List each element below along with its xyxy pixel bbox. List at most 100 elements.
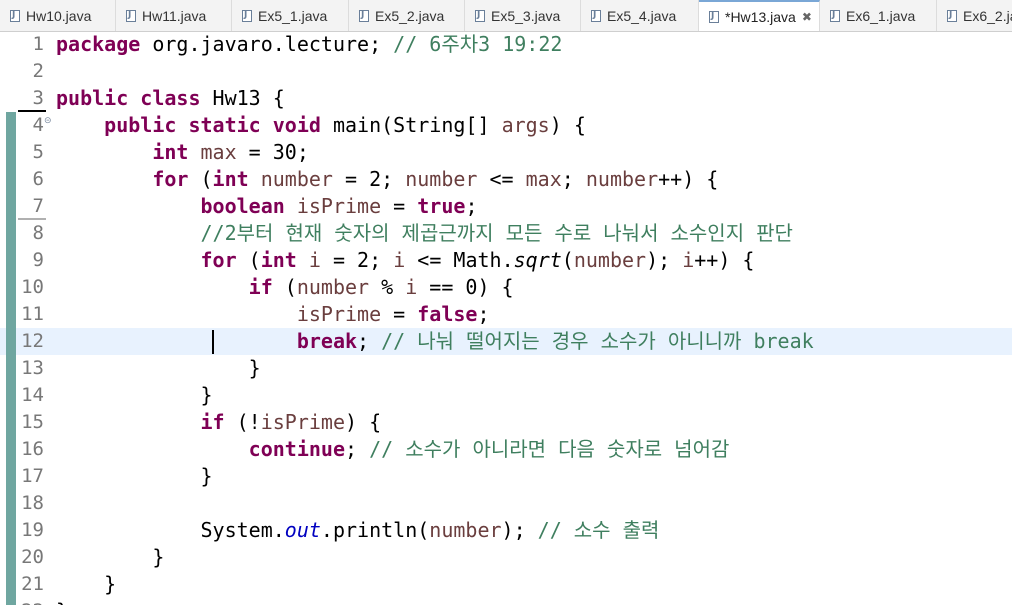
- code-line[interactable]: 15 if (!isPrime) {: [0, 409, 1012, 436]
- code-token: (: [561, 248, 574, 272]
- code-line[interactable]: 18: [0, 490, 1012, 517]
- code-text: System.out.println(number); // 소수 출력: [56, 517, 659, 544]
- tab-hw11-java[interactable]: Hw11.java: [116, 0, 232, 31]
- tab-label: Ex5_3.java: [491, 7, 561, 24]
- code-token: }: [56, 545, 165, 569]
- line-number: 2: [32, 60, 44, 82]
- code-token: (: [188, 167, 213, 191]
- code-token: ;: [477, 302, 490, 326]
- code-text: }: [56, 463, 213, 490]
- line-number: 7: [32, 195, 44, 217]
- tab-ex6-1-java[interactable]: Ex6_1.java: [820, 0, 937, 31]
- tab-hw10-java[interactable]: Hw10.java: [0, 0, 116, 31]
- code-line[interactable]: 14 }: [0, 382, 1012, 409]
- line-number: 6: [32, 168, 44, 190]
- code-line[interactable]: 12 break; // 나눠 떨어지는 경우 소수가 아니니까 break: [0, 328, 1012, 355]
- text-caret: [212, 330, 214, 354]
- fold-collapse-icon[interactable]: ⊝: [44, 116, 52, 126]
- code-token: number: [585, 167, 659, 191]
- code-token: //2부터 현재 숫자의 제곱근까지 모든 수로 나눠서 소수인지 판단: [200, 221, 793, 245]
- code-token: // 나눠 떨어지는 경우 소수가 아니니까 break: [381, 329, 814, 353]
- code-line[interactable]: 6 for (int number = 2; number <= max; nu…: [0, 166, 1012, 193]
- code-line[interactable]: 9 for (int i = 2; i <= Math.sqrt(number)…: [0, 247, 1012, 274]
- code-token: break: [296, 329, 358, 353]
- code-token: <=: [477, 167, 526, 191]
- code-token: }: [56, 464, 213, 488]
- code-token: (: [236, 248, 261, 272]
- code-token: int: [212, 167, 249, 191]
- code-line[interactable]: 8 //2부터 현재 숫자의 제곱근까지 모든 수로 나눠서 소수인지 판단: [0, 220, 1012, 247]
- code-text: //2부터 현재 숫자의 제곱근까지 모든 수로 나눠서 소수인지 판단: [56, 220, 793, 247]
- tab-ex5-4-java[interactable]: Ex5_4.java: [581, 0, 699, 31]
- tab-ex6-2-java[interactable]: Ex6_2.java: [937, 0, 1012, 31]
- code-token: isPrime: [260, 410, 346, 434]
- code-line[interactable]: 20 }: [0, 544, 1012, 571]
- code-token: int: [152, 140, 189, 164]
- code-token: i: [393, 248, 406, 272]
- code-token: = 2;: [320, 248, 394, 272]
- code-line[interactable]: 4 ⊝ public static void main(String[] args…: [0, 112, 1012, 139]
- java-file-icon: [126, 9, 136, 22]
- code-token: =: [381, 302, 418, 326]
- code-line[interactable]: 21 }: [0, 571, 1012, 598]
- code-text: }: [56, 571, 116, 598]
- code-token: // 소수 출력: [537, 518, 660, 542]
- tab-ex5-1-java[interactable]: Ex5_1.java: [232, 0, 349, 31]
- code-token: number: [405, 167, 478, 191]
- line-number: 19: [21, 519, 44, 541]
- code-line[interactable]: 11 isPrime = false;: [0, 301, 1012, 328]
- tab-ex5-2-java[interactable]: Ex5_2.java: [349, 0, 465, 31]
- code-line[interactable]: 13 }: [0, 355, 1012, 382]
- code-line[interactable]: 17 }: [0, 463, 1012, 490]
- code-token: sqrt: [513, 248, 562, 272]
- code-token: ++) {: [694, 248, 755, 272]
- close-tab-icon[interactable]: ✖: [802, 10, 812, 24]
- code-line[interactable]: 16 continue; // 소수가 아니라면 다음 숫자로 넘어감: [0, 436, 1012, 463]
- code-token: = 2;: [332, 167, 406, 191]
- tab-label: Hw11.java: [142, 7, 207, 24]
- code-line[interactable]: 5 int max = 30;: [0, 139, 1012, 166]
- code-line[interactable]: 2: [0, 58, 1012, 85]
- code-token: .println(: [320, 518, 430, 542]
- code-token: static: [188, 113, 261, 137]
- line-number: 17: [21, 465, 44, 487]
- line-number: 3: [32, 87, 44, 109]
- code-text: public class Hw13 {: [56, 85, 285, 112]
- code-line[interactable]: 10 if (number % i == 0) {: [0, 274, 1012, 301]
- code-token: ) {: [549, 113, 586, 137]
- tab-hw13-java[interactable]: *Hw13.java ✖: [699, 0, 820, 31]
- tab-label: Ex5_2.java: [375, 7, 445, 24]
- code-token: main(String[]: [320, 113, 502, 137]
- code-line[interactable]: 3 public class Hw13 {: [0, 85, 1012, 112]
- tab-label: *Hw13.java: [725, 9, 796, 25]
- code-token: public: [104, 113, 177, 137]
- line-number: 8: [32, 222, 44, 244]
- code-token: System.: [56, 518, 285, 542]
- code-token: // 6주차3 19:22: [393, 32, 563, 56]
- code-text: for (int number = 2; number <= max; numb…: [56, 166, 718, 193]
- line-number: 13: [21, 357, 44, 379]
- line-number: 22: [0, 598, 44, 605]
- line-number: 1: [32, 33, 44, 55]
- java-file-icon: [475, 9, 485, 22]
- code-line[interactable]: 1 package org.javaro.lecture; // 6주차3 19:…: [0, 31, 1012, 58]
- code-token: == 0) {: [417, 275, 514, 299]
- code-line[interactable]: 19 System.out.println(number); // 소수 출력: [0, 517, 1012, 544]
- code-token: }: [56, 356, 261, 380]
- code-line[interactable]: 7 boolean isPrime = true;: [0, 193, 1012, 220]
- code-line[interactable]: 22}: [0, 598, 1012, 605]
- code-token: i: [682, 248, 695, 272]
- code-editor[interactable]: 1 package org.javaro.lecture; // 6주차3 19:…: [0, 31, 1012, 605]
- java-file-icon: [709, 11, 719, 23]
- tab-label: Ex6_1.java: [846, 7, 916, 24]
- code-text: if (number % i == 0) {: [56, 274, 514, 301]
- code-token: void: [272, 113, 321, 137]
- code-text: package org.javaro.lecture; // 6주차3 19:2…: [56, 31, 562, 58]
- code-token: ;: [465, 194, 478, 218]
- tab-ex5-3-java[interactable]: Ex5_3.java: [465, 0, 581, 31]
